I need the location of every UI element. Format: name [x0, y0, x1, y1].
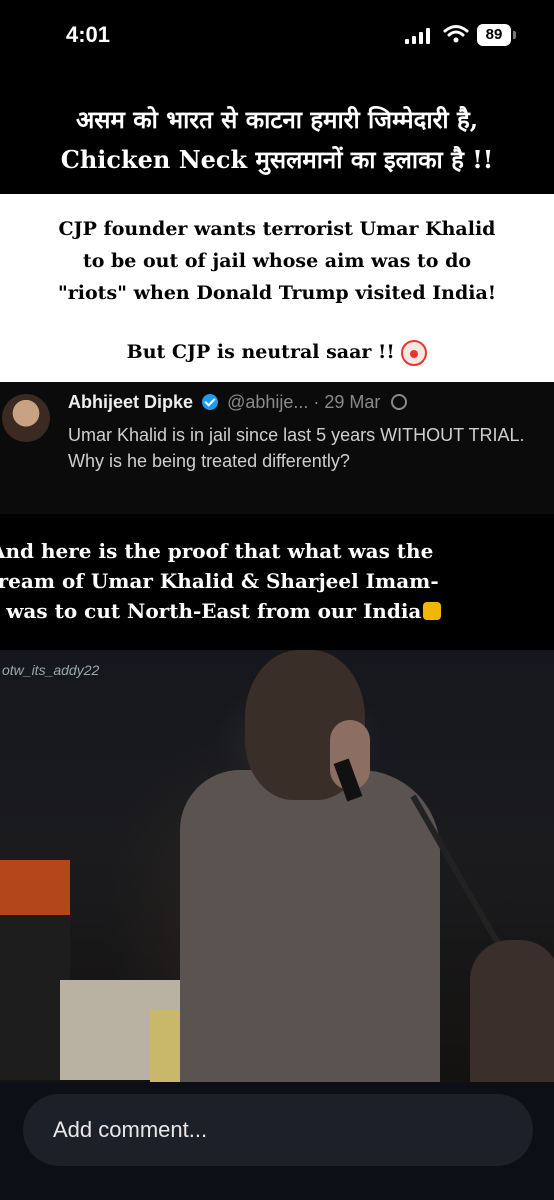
- hindi-header-line1: असम को भारत से काटना हमारी जिम्मेदारी है…: [75, 105, 479, 134]
- tweet-author-name[interactable]: Abhijeet Dipke: [68, 392, 193, 412]
- avatar[interactable]: [2, 394, 50, 442]
- tweet-date: · 29 Mar: [313, 392, 381, 412]
- cellular-signal-icon: [405, 28, 430, 44]
- battery-icon: 89: [477, 24, 511, 46]
- caption-card: CJP founder wants terrorist Umar Khalid …: [0, 194, 554, 382]
- proof-caption: And here is the proof that what was the …: [0, 536, 554, 626]
- tweet-text: Umar Khalid is in jail since last 5 year…: [68, 425, 525, 471]
- video-watermark: otw_its_addy22: [2, 662, 100, 678]
- pointing-down-hand-icon: [423, 602, 442, 620]
- proof-line1: And here is the proof that what was the: [0, 539, 434, 563]
- proof-line2: lream of Umar Khalid & Sharjeel Imam-: [0, 569, 439, 593]
- sync-icon: [391, 394, 408, 410]
- hindi-header-line2: Chicken Neck मुसलमानों का इलाका है !!: [0, 140, 554, 180]
- caption-line1: CJP founder wants terrorist Umar Khalid: [58, 218, 496, 240]
- caption-footer: But CJP is neutral saar !!: [0, 340, 554, 366]
- hindi-header: असम को भारत से काटना हमारी जिम्मेदारी है…: [0, 100, 554, 180]
- status-time: 4:01: [66, 22, 111, 47]
- tweet-handle[interactable]: @abhije...: [227, 392, 308, 412]
- background-figure-right: [470, 940, 554, 1082]
- wifi-icon: [443, 25, 469, 43]
- clown-face-icon: [401, 340, 428, 366]
- proof-line3: t was to cut North-East from our India: [0, 596, 554, 626]
- video-player[interactable]: otw_its_addy22: [0, 650, 554, 1082]
- embedded-tweet[interactable]: Abhijeet Dipke @abhije... · 29 Mar Umar …: [0, 382, 554, 514]
- battery-tip: [513, 31, 516, 39]
- comment-bar: Add comment...: [0, 1082, 554, 1200]
- hindi-header-bold: Chicken Neck: [60, 145, 248, 174]
- verified-badge-icon: [202, 394, 219, 410]
- comment-input[interactable]: Add comment...: [23, 1094, 533, 1166]
- caption-line3: "riots" when Donald Trump visited India!: [57, 282, 497, 304]
- caption-line2: to be out of jail whose aim was to do: [82, 250, 472, 272]
- speaker-body: [180, 770, 440, 1082]
- caption-main: CJP founder wants terrorist Umar Khalid …: [0, 194, 554, 309]
- status-bar: 4:01 89: [0, 0, 554, 80]
- caption-footer-text: But CJP is neutral saar !!: [126, 341, 395, 363]
- proof-line3-text: t was to cut North-East from our India: [0, 599, 422, 623]
- hindi-header-rest: मुसलमानों का इलाका है !!: [255, 145, 494, 174]
- tweet-header: Abhijeet Dipke @abhije... · 29 Mar: [68, 392, 408, 413]
